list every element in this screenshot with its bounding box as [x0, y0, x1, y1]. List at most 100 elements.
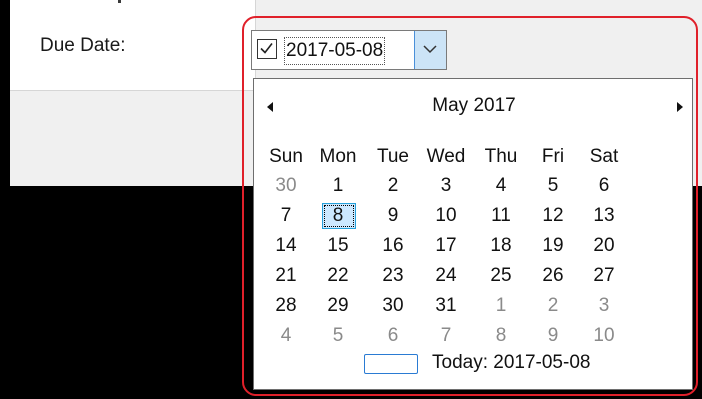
calendar-day[interactable]: 12 [527, 203, 579, 229]
calendar-day-label: 7 [280, 205, 292, 226]
form-decoration [118, 0, 121, 3]
calendar-day[interactable]: 15 [312, 233, 364, 259]
calendar-day-label: 1 [495, 295, 507, 316]
calendar-day-label: 24 [435, 265, 457, 286]
calendar-day[interactable]: 30 [260, 173, 312, 199]
calendar-day-label: 6 [598, 175, 610, 196]
calendar-day-label: 8 [332, 205, 344, 226]
weekday-mon: Mon [319, 146, 357, 167]
weekday-sun: Sun [269, 146, 303, 167]
calendar-day-label: 3 [598, 295, 610, 316]
calendar-day[interactable]: 8 [475, 323, 527, 349]
calendar-day[interactable]: 22 [312, 263, 364, 289]
month-title[interactable]: May 2017 [254, 95, 694, 117]
calendar-day[interactable]: 13 [578, 203, 630, 229]
calendar-day[interactable]: 1 [475, 293, 527, 319]
calendar-day[interactable]: 10 [420, 203, 472, 229]
due-date-label: Due Date: [40, 35, 126, 56]
calendar-day[interactable]: 8 [312, 203, 364, 229]
calendar-day[interactable]: 9 [367, 203, 419, 229]
calendar-day[interactable]: 1 [312, 173, 364, 199]
calendar-day-label: 8 [495, 325, 507, 346]
calendar-day-label: 23 [382, 265, 404, 286]
calendar-day[interactable]: 11 [475, 203, 527, 229]
check-icon [260, 43, 273, 54]
calendar-day[interactable]: 5 [312, 323, 364, 349]
due-date-value[interactable]: 2017-05-08 [284, 37, 386, 65]
calendar-day[interactable]: 16 [367, 233, 419, 259]
calendar-popup: May 2017 Sun Mon Tue Wed Thu Fri Sat 30 1 2 3 4 5 6 7… [253, 78, 693, 390]
calendar-day[interactable]: 2 [527, 293, 579, 319]
calendar-day-label: 27 [593, 265, 615, 286]
calendar-day[interactable]: 30 [367, 293, 419, 319]
calendar-day-label: 12 [542, 205, 564, 226]
calendar-day[interactable]: 27 [578, 263, 630, 289]
calendar-day[interactable]: 7 [420, 323, 472, 349]
calendar-day[interactable]: 6 [578, 173, 630, 199]
calendar-day[interactable]: 4 [260, 323, 312, 349]
calendar-day[interactable]: 4 [475, 173, 527, 199]
calendar-day-label: 1 [332, 175, 344, 196]
triangle-right-icon [677, 102, 683, 112]
calendar-day[interactable]: 6 [367, 323, 419, 349]
calendar-day-label: 4 [495, 175, 507, 196]
calendar-day-label: 31 [435, 295, 457, 316]
calendar-day-label: 26 [542, 265, 564, 286]
calendar-day[interactable]: 25 [475, 263, 527, 289]
calendar-day[interactable]: 5 [527, 173, 579, 199]
dropdown-button[interactable] [414, 31, 446, 69]
calendar-day-label: 10 [435, 205, 457, 226]
today-label: Today: 2017-05-08 [432, 352, 591, 373]
calendar-day[interactable]: 2 [367, 173, 419, 199]
calendar-day-label: 29 [327, 295, 349, 316]
calendar-day-label: 6 [387, 325, 399, 346]
calendar-day-label: 30 [275, 175, 297, 196]
calendar-day-label: 10 [593, 325, 615, 346]
calendar-day-label: 28 [275, 295, 297, 316]
calendar-day-label: 7 [440, 325, 452, 346]
calendar-day-label: 13 [593, 205, 615, 226]
calendar-day-label: 16 [382, 235, 404, 256]
calendar-day[interactable]: 7 [260, 203, 312, 229]
calendar-day-label: 18 [490, 235, 512, 256]
weekday-tue: Tue [376, 146, 410, 167]
calendar-day[interactable]: 26 [527, 263, 579, 289]
next-month-button[interactable] [673, 99, 687, 115]
due-date-checkbox[interactable] [257, 39, 277, 59]
calendar-day-label: 5 [547, 175, 559, 196]
calendar-day-label: 22 [327, 265, 349, 286]
calendar-day-label: 9 [547, 325, 559, 346]
calendar-day[interactable]: 18 [475, 233, 527, 259]
weekday-thu: Thu [484, 146, 518, 167]
chevron-down-icon [423, 45, 437, 54]
calendar-day[interactable]: 10 [578, 323, 630, 349]
calendar-day[interactable]: 3 [420, 173, 472, 199]
weekday-sat: Sat [589, 146, 619, 167]
calendar-day-label: 21 [275, 265, 297, 286]
weekday-fri: Fri [541, 146, 565, 167]
calendar-day-label: 4 [280, 325, 292, 346]
calendar-day-label: 19 [542, 235, 564, 256]
calendar-day[interactable]: 3 [578, 293, 630, 319]
calendar-day[interactable]: 28 [260, 293, 312, 319]
calendar-day-label: 14 [275, 235, 297, 256]
calendar-day-label: 15 [327, 235, 349, 256]
calendar-day[interactable]: 23 [367, 263, 419, 289]
due-date-picker[interactable]: 2017-05-08 [251, 30, 447, 70]
calendar-day[interactable]: 29 [312, 293, 364, 319]
calendar-day-label: 20 [593, 235, 615, 256]
calendar-day-label: 25 [490, 265, 512, 286]
calendar-day-label: 17 [435, 235, 457, 256]
calendar-day[interactable]: 14 [260, 233, 312, 259]
calendar-day[interactable]: 21 [260, 263, 312, 289]
calendar-day[interactable]: 24 [420, 263, 472, 289]
calendar-day-label: 3 [440, 175, 452, 196]
calendar-day[interactable]: 17 [420, 233, 472, 259]
calendar-day[interactable]: 9 [527, 323, 579, 349]
calendar-day-label: 5 [332, 325, 344, 346]
calendar-day-label: 9 [387, 205, 399, 226]
calendar-day[interactable]: 20 [578, 233, 630, 259]
calendar-day-label: 11 [491, 205, 511, 226]
calendar-day[interactable]: 31 [420, 293, 472, 319]
calendar-day[interactable]: 19 [527, 233, 579, 259]
